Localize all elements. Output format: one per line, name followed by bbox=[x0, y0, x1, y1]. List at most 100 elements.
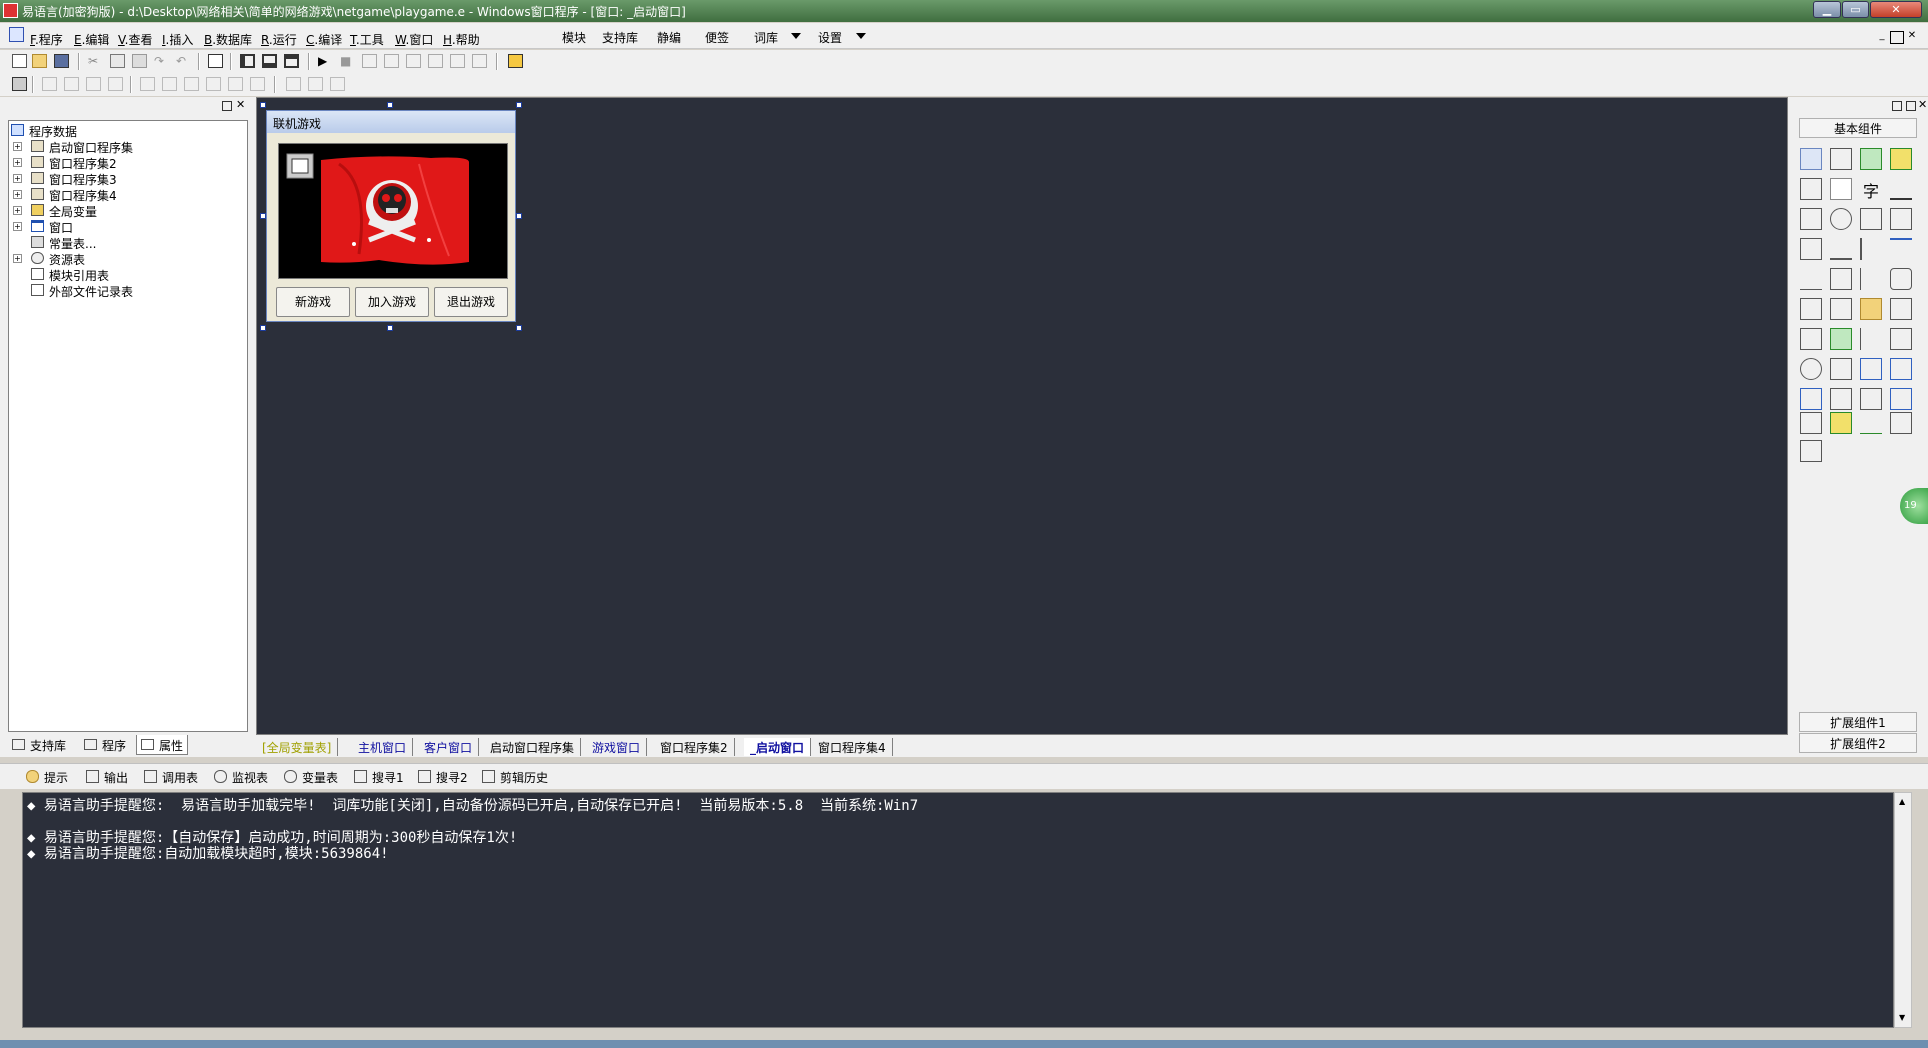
menu-tools[interactable]: T.工具 bbox=[350, 31, 384, 48]
checkbox-icon[interactable] bbox=[1800, 208, 1822, 230]
resize-handle[interactable] bbox=[387, 325, 393, 331]
network-icon[interactable] bbox=[1860, 358, 1882, 380]
odbc-icon[interactable] bbox=[1890, 412, 1912, 434]
table-icon[interactable] bbox=[1800, 328, 1822, 350]
output-scrollbar[interactable]: ▲ ▼ bbox=[1894, 792, 1912, 1028]
menu-insert[interactable]: I.插入 bbox=[162, 31, 193, 48]
tab-search-1[interactable]: 搜寻1 bbox=[350, 769, 404, 787]
search-binoculars-icon[interactable] bbox=[508, 54, 523, 68]
menu-view[interactable]: V.查看 bbox=[118, 31, 153, 48]
radio-icon[interactable] bbox=[1830, 208, 1852, 230]
tab-module-2[interactable]: 窗口程序集2 bbox=[654, 738, 735, 756]
form-window[interactable]: 联机游戏 新游戏 加入游戏 退出游戏 bbox=[266, 110, 516, 322]
font-icon[interactable]: 字 bbox=[1860, 178, 1882, 201]
center-vertical-icon[interactable] bbox=[162, 77, 177, 91]
extended-components-2[interactable]: 扩展组件2 bbox=[1799, 733, 1917, 753]
same-size-icon[interactable] bbox=[330, 77, 345, 91]
tab-properties[interactable]: 属性 bbox=[136, 735, 189, 755]
picture-icon[interactable] bbox=[1860, 148, 1882, 170]
database-component-icon[interactable] bbox=[1830, 412, 1852, 434]
output-pane[interactable]: ◆ 易语言助手提醒您: 易语言助手加载完毕! 词库功能[关闭],自动备份源码已开… bbox=[22, 792, 1894, 1028]
resize-handle[interactable] bbox=[260, 325, 266, 331]
menu-program[interactable]: F.程序 bbox=[30, 31, 63, 48]
expand-icon[interactable]: + bbox=[13, 142, 22, 151]
mdi-minimize-icon[interactable]: _ bbox=[1876, 31, 1888, 42]
align-bottom-icon[interactable] bbox=[108, 77, 123, 91]
provider-icon[interactable] bbox=[1800, 412, 1822, 434]
toolbar-icon[interactable] bbox=[1860, 328, 1882, 350]
open-folder-icon[interactable] bbox=[32, 54, 47, 68]
tree-view-icon[interactable] bbox=[1830, 328, 1852, 350]
resize-handle[interactable] bbox=[516, 213, 522, 219]
align-left-icon[interactable] bbox=[42, 77, 57, 91]
tab-control-icon[interactable] bbox=[1830, 268, 1852, 290]
space-even-icon[interactable] bbox=[184, 77, 199, 91]
edit-box-icon[interactable] bbox=[1800, 178, 1822, 200]
step-into-icon[interactable] bbox=[384, 54, 399, 68]
panel-close-icon[interactable]: ✕ bbox=[1918, 98, 1927, 111]
tab-module-4[interactable]: 窗口程序集4 bbox=[812, 738, 893, 756]
form-icon[interactable] bbox=[1860, 388, 1882, 410]
group-box-icon[interactable] bbox=[1860, 208, 1882, 230]
printer-icon[interactable] bbox=[1830, 358, 1852, 380]
pointer-icon[interactable] bbox=[1800, 148, 1822, 170]
shape-icon[interactable] bbox=[1890, 148, 1912, 170]
expand-icon[interactable]: + bbox=[13, 174, 22, 183]
combo-box-icon[interactable] bbox=[1800, 238, 1822, 260]
label-icon[interactable] bbox=[1830, 148, 1852, 170]
tab-client-window[interactable]: 客户窗口 bbox=[418, 738, 480, 756]
menu-notes[interactable]: 便签 bbox=[705, 29, 729, 46]
tab-clipboard-history[interactable]: 剪辑历史 bbox=[478, 769, 548, 787]
panel-icon[interactable] bbox=[1890, 268, 1912, 290]
timer-icon[interactable] bbox=[1800, 358, 1822, 380]
menu-settings[interactable]: 设置 bbox=[818, 29, 842, 46]
menu-static-compile[interactable]: 静编 bbox=[657, 29, 681, 46]
menu-thesaurus[interactable]: 词库 bbox=[754, 29, 778, 46]
serial-port-icon[interactable] bbox=[1830, 388, 1852, 410]
data-source-icon[interactable] bbox=[1890, 388, 1912, 410]
progress-icon[interactable] bbox=[1890, 238, 1912, 260]
center-horizontal-icon[interactable] bbox=[140, 77, 155, 91]
same-height-icon[interactable] bbox=[308, 77, 323, 91]
menu-window[interactable]: W.窗口 bbox=[395, 31, 433, 48]
tab-host-window[interactable]: 主机窗口 bbox=[352, 738, 414, 756]
align-right-icon[interactable] bbox=[64, 77, 79, 91]
mdi-close-icon[interactable]: ✕ bbox=[1906, 31, 1918, 42]
resize-handle[interactable] bbox=[516, 325, 522, 331]
step-out-icon[interactable] bbox=[428, 54, 443, 68]
scroll-up-icon[interactable]: ▲ bbox=[1899, 797, 1905, 806]
close-button[interactable]: ✕ bbox=[1870, 1, 1922, 18]
distribute-icon[interactable] bbox=[250, 77, 265, 91]
ip-box-icon[interactable] bbox=[1830, 298, 1852, 320]
calendar-icon[interactable] bbox=[1800, 298, 1822, 320]
tab-startup-window[interactable]: _启动窗口 bbox=[744, 738, 812, 756]
resize-handle[interactable] bbox=[260, 213, 266, 219]
settings-dropdown-icon[interactable] bbox=[856, 33, 866, 39]
basic-components-header[interactable]: 基本组件 bbox=[1799, 118, 1917, 138]
tab-output[interactable]: 输出 bbox=[82, 769, 128, 787]
list-box-icon[interactable] bbox=[1890, 208, 1912, 230]
rich-text-icon[interactable] bbox=[1890, 298, 1912, 320]
panel-restore-icon[interactable] bbox=[1892, 101, 1902, 111]
hand-icon[interactable] bbox=[472, 54, 487, 68]
tab-support-lib[interactable]: 支持库 bbox=[8, 735, 70, 755]
assistant-badge[interactable]: 19 bbox=[1900, 488, 1928, 524]
client-icon[interactable] bbox=[1800, 388, 1822, 410]
maximize-button[interactable]: ▭ bbox=[1842, 1, 1869, 18]
panel-close-icon[interactable]: ✕ bbox=[236, 98, 245, 111]
layout-bottom-icon[interactable] bbox=[262, 54, 277, 68]
tab-search-2[interactable]: 搜寻2 bbox=[414, 769, 468, 787]
expand-icon[interactable]: + bbox=[13, 254, 22, 263]
splitter-icon[interactable] bbox=[1860, 268, 1882, 290]
flag-image[interactable] bbox=[278, 143, 508, 279]
slider-icon[interactable] bbox=[1800, 268, 1822, 290]
tab-global-vars[interactable]: [全局变量表] bbox=[256, 738, 339, 756]
thesaurus-dropdown-icon[interactable] bbox=[791, 33, 801, 39]
menu-run[interactable]: R.运行 bbox=[261, 31, 297, 48]
folder-icon[interactable] bbox=[1860, 298, 1882, 320]
space-vertical-icon[interactable] bbox=[228, 77, 243, 91]
tab-game-window[interactable]: 游戏窗口 bbox=[586, 738, 648, 756]
menu-edit[interactable]: E.编辑 bbox=[74, 31, 109, 48]
expand-icon[interactable]: + bbox=[13, 222, 22, 231]
mdi-restore-icon[interactable] bbox=[1890, 31, 1904, 44]
